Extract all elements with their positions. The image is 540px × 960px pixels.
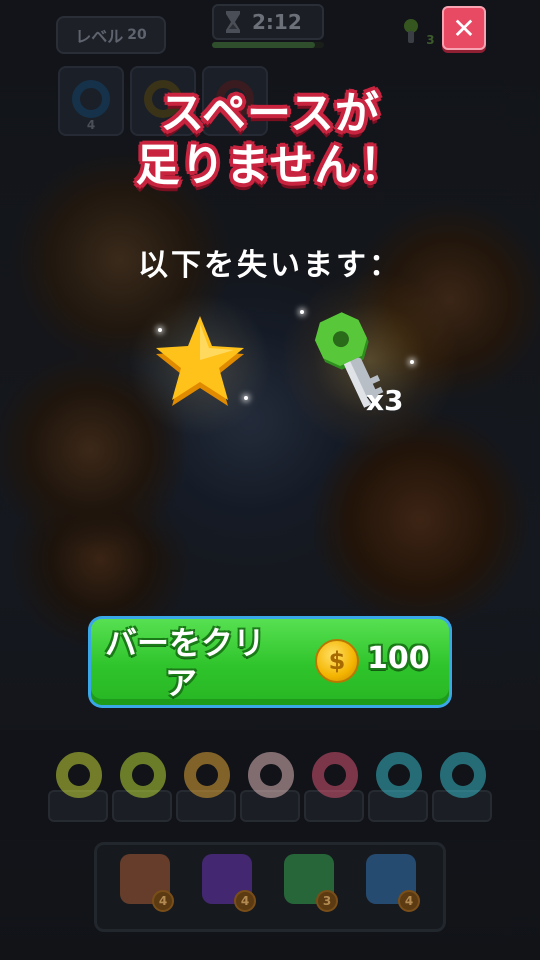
dialog-title-line1: スペースが (160, 88, 380, 139)
keys-count: 3 (426, 33, 435, 47)
clear-bar-label: バーをクリ ア (105, 623, 315, 703)
close-icon: ✕ (452, 11, 476, 45)
hourglass-icon (224, 10, 242, 34)
level-number: 20 (127, 27, 147, 43)
level-indicator: レベル 20 (56, 16, 166, 54)
small-key-icon (404, 19, 418, 43)
sparkle (244, 396, 248, 400)
keys-counter: 3 (400, 18, 436, 52)
timer: 2:12 (212, 4, 324, 40)
bar-slot (48, 752, 108, 822)
close-button[interactable]: ✕ (442, 6, 486, 50)
clear-bar-button[interactable]: バーをクリ ア $ 100 (88, 616, 452, 708)
tool-blaster[interactable]: 4 (356, 848, 426, 918)
dialog-subtitle: 以下を失います： (138, 248, 402, 283)
bar-slot (304, 752, 364, 822)
level-label: レベル (75, 27, 124, 46)
donut-icon (56, 752, 102, 798)
bar-slot (176, 752, 236, 822)
tool-count-badge: 4 (398, 890, 420, 912)
clear-bar-label-line2: ア (165, 664, 198, 702)
donut-icon (376, 752, 422, 798)
tool-count-badge: 4 (152, 890, 174, 912)
key-count: x3 (366, 384, 404, 417)
donut-icon (120, 752, 166, 798)
timer-progress-bar (212, 42, 324, 48)
donut-icon (440, 752, 486, 798)
sparkle (158, 328, 162, 332)
donut-icon (312, 752, 358, 798)
timer-value: 2:12 (252, 10, 302, 34)
tool-count-badge: 3 (316, 890, 338, 912)
bar-slot (432, 752, 492, 822)
sparkle (300, 310, 304, 314)
bar-slot (112, 752, 172, 822)
coin-icon: $ (315, 639, 359, 683)
dialog-title-line2: 足りません！ (135, 140, 405, 191)
donut-icon (184, 752, 230, 798)
bar-slot (240, 752, 300, 822)
tool-magnet[interactable]: 4 (192, 848, 262, 918)
tool-fan[interactable]: 3 (274, 848, 344, 918)
star-reward (140, 300, 260, 420)
tool-count-badge: 4 (234, 890, 256, 912)
star-icon (156, 316, 244, 406)
clear-bar-price: 100 (367, 641, 430, 676)
clear-bar-label-line1: バーをクリ (105, 624, 266, 662)
sparkle (410, 360, 414, 364)
dialog-title: スペースが 足りません！ (40, 88, 500, 192)
tool-vacuum[interactable]: 4 (110, 848, 180, 918)
donut-icon (248, 752, 294, 798)
bar-slot (368, 752, 428, 822)
